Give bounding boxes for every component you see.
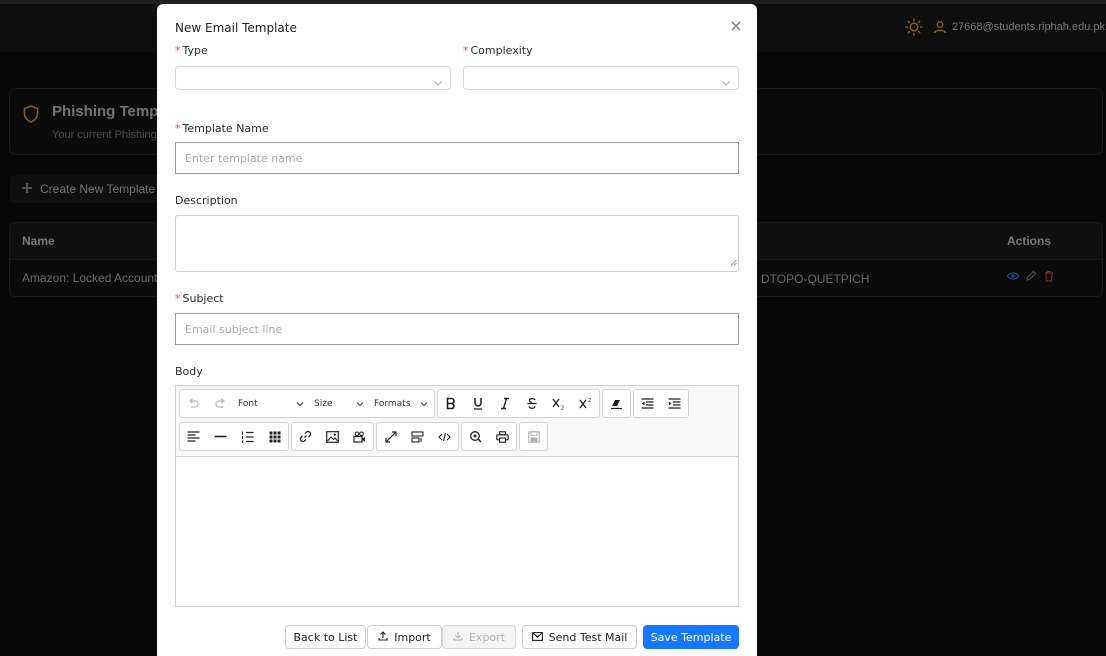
chevron-down-icon: [433, 73, 443, 92]
fullscreen-icon[interactable]: [377, 423, 404, 450]
print-icon[interactable]: [489, 423, 516, 450]
import-button[interactable]: Import: [367, 625, 442, 649]
subject-input[interactable]: Email subject line: [175, 313, 739, 345]
body-label: Body: [175, 365, 203, 378]
template-name-input[interactable]: Enter template name: [175, 142, 739, 174]
toolbar-group-clear: [602, 389, 631, 418]
toolbar-group-paragraph: [179, 422, 289, 451]
show-blocks-icon[interactable]: [404, 423, 431, 450]
toolbar-group-indent: [633, 389, 689, 418]
upload-icon: [378, 630, 388, 644]
size-select-label: Size: [314, 398, 333, 409]
link-icon[interactable]: [292, 423, 319, 450]
chevron-down-icon: [356, 401, 364, 406]
editor-content-area[interactable]: [176, 457, 738, 606]
eraser-icon[interactable]: [603, 390, 630, 417]
indent-icon[interactable]: [661, 390, 688, 417]
font-select-label: Font: [238, 398, 258, 409]
send-test-mail-button[interactable]: Send Test Mail: [522, 625, 637, 649]
close-icon[interactable]: [729, 18, 743, 32]
description-label: Description: [175, 194, 238, 207]
horizontal-rule-icon[interactable]: [207, 423, 234, 450]
new-template-modal: New Email Template * Type * Complexity * Te…: [157, 4, 757, 656]
strikethrough-icon[interactable]: [518, 390, 545, 417]
mail-icon: [531, 631, 543, 644]
bold-icon[interactable]: [438, 390, 465, 417]
toolbar-group-save: [519, 422, 548, 451]
formats-select[interactable]: Formats: [370, 390, 434, 417]
type-label: * Type: [175, 44, 208, 57]
table-icon[interactable]: [261, 423, 288, 450]
code-view-icon[interactable]: [431, 423, 458, 450]
font-select[interactable]: Font: [234, 390, 310, 417]
type-select[interactable]: [175, 66, 451, 90]
save-template-button[interactable]: Save Template: [643, 625, 739, 649]
image-icon[interactable]: [319, 423, 346, 450]
toolbar-group-preview: [461, 422, 517, 451]
complexity-select[interactable]: [463, 66, 739, 90]
modal-title: New Email Template: [175, 21, 297, 35]
back-to-list-button[interactable]: Back to List: [285, 625, 366, 649]
toolbar-group-insert: [291, 422, 374, 451]
italic-icon[interactable]: [492, 390, 519, 417]
preview-icon[interactable]: [462, 423, 489, 450]
size-select[interactable]: Size: [310, 390, 370, 417]
save-icon[interactable]: [520, 423, 547, 450]
template-name-label: * Template Name: [175, 122, 269, 135]
description-textarea[interactable]: [175, 215, 739, 272]
toolbar-group-history-font: Font Size Formats: [179, 389, 435, 418]
underline-icon[interactable]: [465, 390, 492, 417]
save-template-label: Save Template: [650, 630, 732, 644]
redo-icon[interactable]: [207, 390, 234, 417]
back-to-list-label: Back to List: [293, 630, 358, 644]
complexity-label: * Complexity: [463, 44, 533, 57]
svg-text:2: 2: [588, 398, 591, 404]
rich-text-editor: Font Size Formats 2 2: [175, 385, 739, 607]
svg-text:2: 2: [561, 406, 564, 411]
editor-toolbar: Font Size Formats 2 2: [176, 386, 738, 457]
superscript-icon[interactable]: 2: [572, 390, 599, 417]
export-button[interactable]: Export: [442, 625, 516, 649]
send-test-mail-label: Send Test Mail: [548, 630, 628, 644]
video-icon[interactable]: [346, 423, 373, 450]
ordered-list-icon[interactable]: [234, 423, 261, 450]
subscript-icon[interactable]: 2: [545, 390, 572, 417]
export-label: Export: [468, 630, 505, 644]
outdent-icon[interactable]: [634, 390, 661, 417]
resize-handle-icon[interactable]: [730, 251, 737, 270]
chevron-down-icon: [420, 401, 428, 406]
chevron-down-icon: [721, 73, 731, 92]
subject-label: * Subject: [175, 292, 224, 305]
chevron-down-icon: [296, 401, 304, 406]
align-left-icon[interactable]: [180, 423, 207, 450]
download-icon: [453, 631, 463, 644]
formats-select-label: Formats: [374, 398, 411, 409]
toolbar-group-text-style: 2 2: [437, 389, 600, 418]
toolbar-group-view: [376, 422, 459, 451]
import-label: Import: [394, 630, 431, 644]
undo-icon[interactable]: [180, 390, 207, 417]
